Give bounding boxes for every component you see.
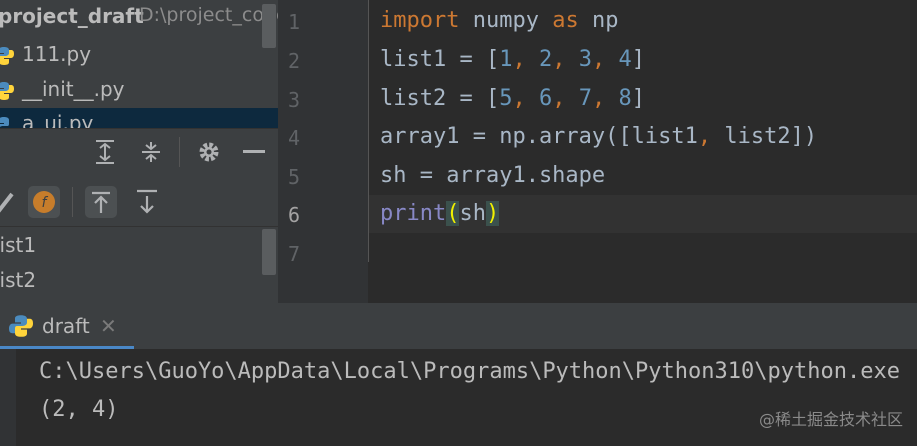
keyword: as <box>552 8 579 33</box>
gear-icon[interactable] <box>192 135 226 169</box>
code-editor[interactable]: import numpy as np list1 = [1, 2, 3, 4] … <box>369 0 917 303</box>
structure-scrollbar[interactable] <box>262 229 276 275</box>
code-text: list2]) <box>711 124 818 149</box>
expand-all-icon[interactable] <box>88 135 122 169</box>
console-output-line: C:\Users\GuoYo\AppData\Local\Programs\Py… <box>39 359 900 384</box>
code-line-4[interactable]: array1 = np.array([list1, list2]) <box>380 124 817 149</box>
code-text: ] <box>631 47 645 72</box>
run-tab[interactable]: draft ✕ <box>0 303 134 349</box>
code-line-1[interactable]: import numpy as np <box>380 8 618 33</box>
line-number: 3 <box>288 88 301 112</box>
code-line-5[interactable]: sh = array1.shape <box>380 163 605 188</box>
project-root-name: project_draft <box>0 4 144 28</box>
code-text: list1 = [ <box>380 47 500 72</box>
hide-panel-icon[interactable] <box>237 135 271 169</box>
code-line-6[interactable]: print(sh) <box>380 201 500 226</box>
file-row-111[interactable]: 111.py <box>0 38 278 72</box>
file-row-a-ui-selected[interactable]: a_ui.py <box>0 108 278 128</box>
comma: , <box>591 47 619 72</box>
keyword: import <box>380 8 460 33</box>
number-literal: 7 <box>578 86 592 111</box>
code-text: array1 = np.array([list1 <box>380 124 698 149</box>
python-run-icon <box>9 315 33 337</box>
line-number: 4 <box>288 126 301 150</box>
code-text: list2 = [ <box>380 86 500 111</box>
comma: , <box>512 86 539 111</box>
watermark: @稀土掘金技术社区 <box>758 410 903 429</box>
editor-gutter: 1 2 3 4 5 6 7 <box>278 0 368 303</box>
structure-panel: f list1 list2 <box>0 128 278 304</box>
python-file-icon <box>0 117 9 127</box>
structure-divider <box>0 226 278 227</box>
file-row-init[interactable]: __init__.py <box>0 73 278 107</box>
code-line-3[interactable]: list2 = [5, 6, 7, 8] <box>380 86 645 111</box>
number-literal: 8 <box>618 86 632 111</box>
project-panel: project_draft D:\project_code 111.py __i… <box>0 0 278 128</box>
structure-item[interactable]: list2 <box>0 268 36 292</box>
alias-name: np <box>578 8 619 33</box>
scroll-from-source-icon[interactable] <box>84 185 118 219</box>
module-name: numpy <box>459 8 553 33</box>
line-number: 2 <box>288 49 301 73</box>
file-name: a_ui.py <box>22 111 94 128</box>
matched-brace: ( <box>446 201 460 226</box>
matched-brace: ) <box>485 201 500 226</box>
autoscroll-to-source-icon[interactable] <box>130 185 164 219</box>
python-file-icon <box>0 82 14 100</box>
comma: , <box>591 86 619 111</box>
comma: , <box>512 47 539 72</box>
number-literal: 3 <box>578 47 592 72</box>
line-number: 5 <box>288 165 301 189</box>
project-root-row[interactable]: project_draft D:\project_code <box>0 0 278 34</box>
file-name: __init__.py <box>22 77 125 101</box>
project-root-path: D:\project_code <box>139 4 278 26</box>
console-output-line: (2, 4) <box>39 397 119 422</box>
show-fields-icon[interactable]: f <box>27 185 61 219</box>
number-literal: 2 <box>538 47 553 72</box>
collapse-all-icon[interactable] <box>134 135 168 169</box>
number-literal: 5 <box>499 86 513 111</box>
run-panel-header: draft ✕ <box>0 303 917 349</box>
python-file-icon <box>0 47 14 65</box>
line-number: 7 <box>288 242 301 266</box>
builtin-function: print <box>380 201 447 226</box>
number-literal: 1 <box>499 47 513 72</box>
comma: , <box>552 47 579 72</box>
toolbar-separator <box>179 137 180 167</box>
close-icon[interactable]: ✕ <box>100 314 117 338</box>
edit-icon[interactable] <box>0 185 22 219</box>
run-tab-label: draft <box>42 314 90 338</box>
file-name: 111.py <box>22 42 92 66</box>
number-literal: 4 <box>618 47 632 72</box>
line-number: 1 <box>288 10 301 34</box>
code-line-2[interactable]: list1 = [1, 2, 3, 4] <box>380 47 645 72</box>
toolbar-separator <box>72 187 73 217</box>
run-console[interactable]: C:\Users\GuoYo\AppData\Local\Programs\Py… <box>0 349 917 446</box>
code-text: ] <box>631 86 645 111</box>
code-text: sh <box>459 201 486 226</box>
line-number-current: 6 <box>288 203 301 227</box>
comma: , <box>552 86 579 111</box>
number-literal: 6 <box>538 86 553 111</box>
console-gutter <box>0 349 16 446</box>
structure-item[interactable]: list1 <box>0 233 36 257</box>
comma: , <box>697 124 712 149</box>
